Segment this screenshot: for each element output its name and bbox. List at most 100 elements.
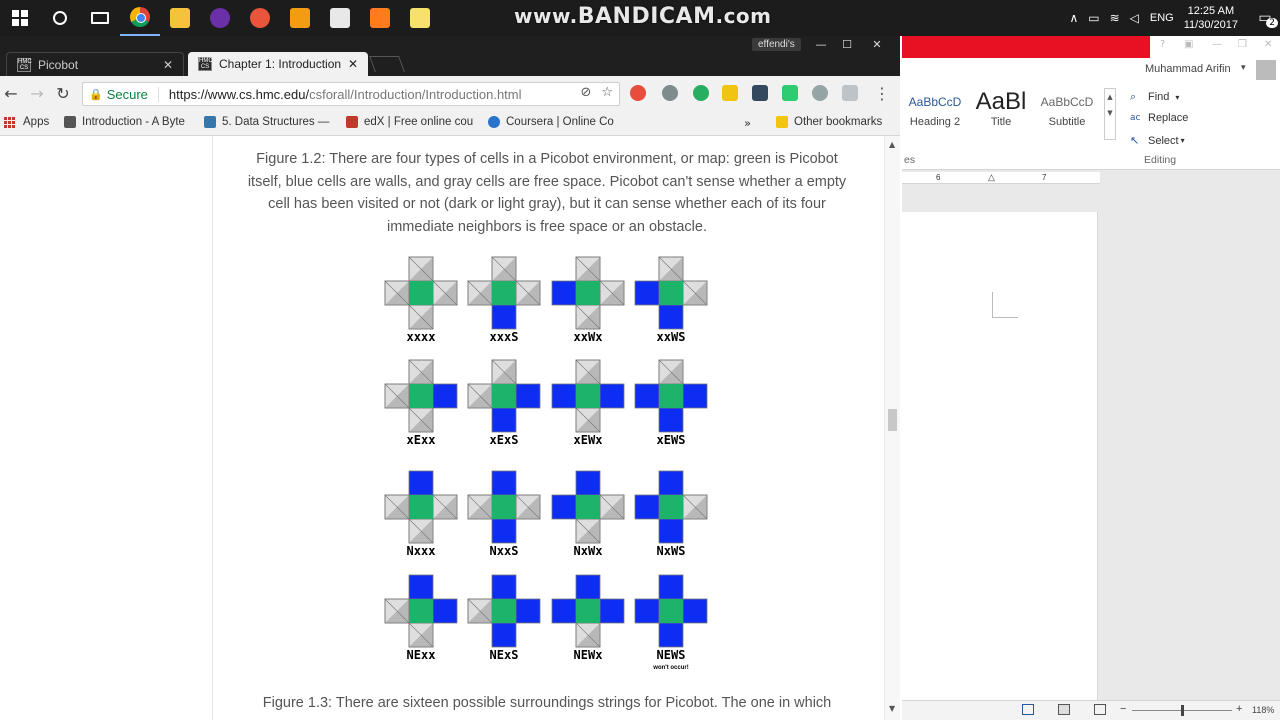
extension-icon-2[interactable] (662, 85, 678, 101)
figure-1-2-caption: Figure 1.2: There are four types of cell… (247, 151, 847, 235)
profile-button[interactable]: effendi's (752, 38, 801, 51)
extension-icon-7[interactable] (812, 85, 828, 101)
replace-button[interactable]: ac Replace (1130, 112, 1188, 124)
west-wall-cell (634, 494, 660, 520)
chrome-menu-icon[interactable]: ⋮ (874, 84, 890, 103)
word-minimize-button[interactable]: — (1212, 39, 1222, 50)
page-scrollbar[interactable]: ▲ ▼ (884, 136, 900, 720)
scroll-thumb[interactable] (888, 409, 897, 431)
extension-icon-8[interactable] (842, 85, 858, 101)
extension-icon-5[interactable] (752, 85, 768, 101)
zoom-slider-thumb[interactable] (1181, 705, 1184, 716)
bookmark-coursera[interactable]: Coursera | Online Co (488, 116, 616, 128)
back-icon[interactable]: ← (0, 83, 22, 105)
scroll-down-icon[interactable]: ▼ (889, 704, 895, 713)
close-window-button[interactable]: ✕ (864, 36, 890, 54)
styles-scroll-icon[interactable]: ▲ ▼ (1104, 88, 1116, 140)
bookmark-introduction[interactable]: Introduction - A Byte (64, 116, 190, 128)
extension-icon-1[interactable] (630, 85, 646, 101)
styles-group-label: es (904, 154, 916, 166)
edx-icon (346, 116, 358, 128)
tab-chapter-1[interactable]: HMC CS Chapter 1: Introduction - ✕ (188, 52, 368, 76)
bookmark-label: Other bookmarks (794, 116, 883, 128)
zoom-in-icon[interactable]: + (1236, 703, 1242, 715)
action-center-button[interactable]: ▭ 2 (1250, 0, 1280, 36)
web-layout-icon[interactable] (1094, 704, 1106, 715)
other-bookmarks[interactable]: Other bookmarks (776, 116, 882, 128)
bookmarks-overflow-icon[interactable]: » (744, 116, 751, 130)
indent-marker-icon[interactable]: △ (988, 172, 995, 183)
extension-icon-6[interactable] (782, 85, 798, 101)
account-name[interactable]: Muhammad Arifin (1145, 63, 1231, 75)
task-view-button[interactable] (80, 0, 120, 36)
volume-icon[interactable]: ◁ (1130, 11, 1139, 25)
tab-close-icon[interactable]: ✕ (348, 57, 358, 71)
system-tray: ∧ ▭ ≋ ◁ ENG 12:25 AM 11/30/2017 ▭ 2 (1064, 0, 1280, 36)
east-free-cell (682, 280, 708, 306)
bandicam-watermark: www.BANDICAM.com (514, 4, 772, 29)
avatar[interactable] (1256, 60, 1276, 80)
minimize-button[interactable]: — (808, 36, 834, 54)
security-label[interactable]: Secure (107, 86, 159, 102)
surrounding-xExx: xExx (384, 359, 458, 453)
print-layout-icon[interactable] (1058, 704, 1070, 715)
picobot-cell (659, 281, 683, 305)
zoom-level[interactable]: 118% (1252, 705, 1274, 715)
url-host: https://www.cs.hmc.edu/ (168, 86, 310, 102)
style-title[interactable]: AaBl Title (968, 88, 1034, 138)
block-icon[interactable]: ⊘ (580, 85, 591, 100)
horizontal-ruler[interactable]: 6 △ 7 (902, 172, 1100, 184)
reload-icon[interactable]: ↻ (52, 83, 74, 105)
chrome-icon (130, 7, 150, 27)
scroll-up-icon[interactable]: ▲ (889, 140, 895, 149)
picobot-cell (576, 599, 600, 623)
style-heading-2[interactable]: AaBbCcD Heading 2 (902, 88, 968, 138)
battery-icon[interactable]: ▭ (1088, 11, 1099, 25)
find-button[interactable]: ⌕ Find ▾ (1130, 90, 1179, 104)
tray-chevron-icon[interactable]: ∧ (1069, 11, 1078, 25)
taskbar-sublime[interactable] (360, 0, 400, 36)
wifi-icon[interactable]: ≋ (1110, 11, 1120, 25)
north-free-cell (658, 256, 684, 282)
document-page[interactable] (902, 212, 1098, 704)
word-maximize-button[interactable]: ❐ (1238, 39, 1247, 50)
language-indicator[interactable]: ENG (1150, 12, 1174, 24)
account-dropdown-icon[interactable]: ▾ (1241, 63, 1246, 73)
bookmark-star-icon[interactable]: ☆ (601, 85, 613, 100)
address-bar[interactable]: 🔒 Secure https://www.cs.hmc.edu/csforall… (82, 82, 620, 106)
forward-icon[interactable]: → (26, 83, 48, 105)
help-icon[interactable]: ? (1160, 39, 1165, 50)
ribbon-options-icon[interactable]: ▣ (1184, 39, 1193, 50)
word-close-button[interactable]: ✕ (1264, 39, 1272, 50)
taskbar-media-player[interactable] (280, 0, 320, 36)
surrounding-code: NxWx (573, 544, 603, 558)
taskbar-sticky-notes[interactable] (400, 0, 440, 36)
read-mode-icon[interactable] (1022, 704, 1034, 715)
maximize-button[interactable]: ☐ (834, 36, 860, 54)
style-subtitle[interactable]: AaBbCcD Subtitle (1034, 88, 1100, 138)
clock[interactable]: 12:25 AM 11/30/2017 (1184, 4, 1238, 32)
zoom-out-icon[interactable]: − (1120, 703, 1126, 715)
north-free-cell (491, 256, 517, 282)
taskbar-app[interactable] (240, 0, 280, 36)
book-icon (64, 116, 76, 128)
east-wall-cell (682, 383, 708, 409)
extension-icon-4[interactable] (722, 85, 738, 101)
taskbar-security[interactable] (200, 0, 240, 36)
cortana-button[interactable] (40, 0, 80, 36)
bookmark-data-structures[interactable]: 5. Data Structures — (204, 116, 330, 128)
new-tab-button[interactable] (369, 56, 405, 72)
bookmark-apps[interactable]: Apps (4, 116, 49, 128)
cortana-icon (53, 11, 67, 25)
tab-close-icon[interactable]: ✕ (163, 58, 173, 72)
extension-icon-3[interactable] (693, 85, 709, 101)
taskbar-java[interactable] (320, 0, 360, 36)
bookmark-edx[interactable]: edX | Free online cou (346, 116, 474, 128)
select-button[interactable]: ↖ Select ▾ (1130, 134, 1185, 147)
picobot-cell (492, 495, 516, 519)
surrounding-diagram (551, 256, 625, 330)
tab-picobot[interactable]: HMC CS Picobot ✕ (6, 52, 184, 76)
taskbar-chrome[interactable] (120, 0, 160, 36)
taskbar-file-explorer[interactable] (160, 0, 200, 36)
windows-start-button[interactable] (0, 0, 40, 36)
